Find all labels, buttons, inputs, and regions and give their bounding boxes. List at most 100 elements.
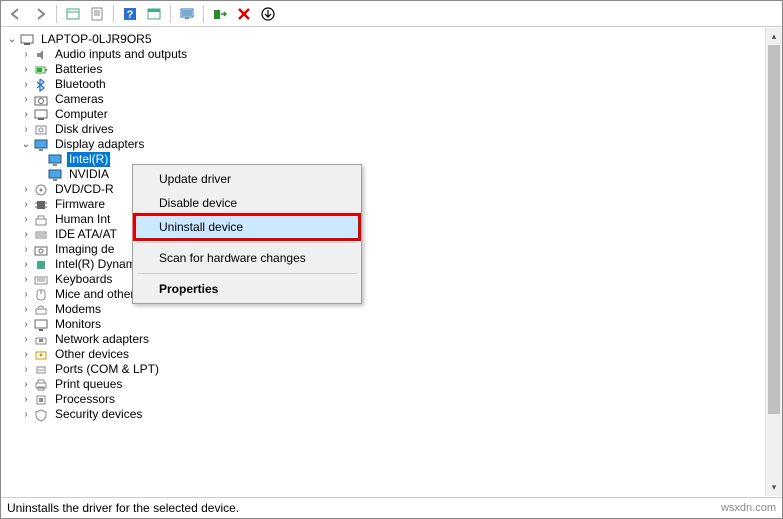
expander-open-icon[interactable]: ⌄ (5, 33, 19, 47)
scroll-down-icon[interactable]: ▾ (766, 479, 782, 496)
expander-closed-icon[interactable]: › (19, 198, 33, 212)
expander-closed-icon[interactable]: › (19, 63, 33, 77)
expander-closed-icon[interactable]: › (19, 108, 33, 122)
tree-item-modems[interactable]: ›Modems (5, 302, 782, 317)
expander-closed-icon[interactable]: › (19, 213, 33, 227)
tree-label: Disk drives (53, 122, 116, 137)
update-button[interactable] (257, 3, 279, 25)
expander-closed-icon[interactable]: › (19, 273, 33, 287)
expander-open-icon[interactable]: ⌄ (19, 138, 33, 152)
menu-scan-hardware[interactable]: Scan for hardware changes (135, 246, 359, 270)
audio-icon (33, 47, 49, 63)
computer-icon (33, 107, 49, 123)
expander-closed-icon[interactable]: › (19, 243, 33, 257)
tree-item-keyboards[interactable]: ›Keyboards (5, 272, 782, 287)
expander-closed-icon[interactable]: › (19, 123, 33, 137)
help-button[interactable]: ? (119, 3, 141, 25)
modem-icon (33, 302, 49, 318)
expander-closed-icon[interactable]: › (19, 408, 33, 422)
tree-label: Ports (COM & LPT) (53, 362, 161, 377)
dvd-icon (33, 182, 49, 198)
tree-item-disk[interactable]: › Disk drives (5, 122, 782, 137)
menu-properties[interactable]: Properties (135, 277, 359, 301)
tree-item-dptf[interactable]: ›Intel(R) Dynamic Platform and Thermal F… (5, 257, 782, 272)
tree-item-processors[interactable]: › Processors (5, 392, 782, 407)
menu-update-driver[interactable]: Update driver (135, 167, 359, 191)
scan-button[interactable] (176, 3, 198, 25)
expander-closed-icon[interactable]: › (19, 288, 33, 302)
tree-label: Print queues (53, 377, 124, 392)
expander-closed-icon[interactable]: › (19, 303, 33, 317)
show-hidden-button[interactable] (62, 3, 84, 25)
menu-uninstall-device[interactable]: Uninstall device (135, 215, 359, 239)
expander-closed-icon[interactable]: › (19, 393, 33, 407)
expander-closed-icon[interactable]: › (19, 78, 33, 92)
expander-closed-icon[interactable]: › (19, 318, 33, 332)
tree-item-ports[interactable]: › Ports (COM & LPT) (5, 362, 782, 377)
separator (56, 5, 57, 23)
separator (203, 5, 204, 23)
tree-item-ide[interactable]: ›IDE ATA/AT (5, 227, 782, 242)
tree-item-display[interactable]: ⌄ Display adapters (5, 137, 782, 152)
tree-item-other[interactable]: ›Other devices (5, 347, 782, 362)
tree-item-hid[interactable]: ›Human Int (5, 212, 782, 227)
tree-item-imaging[interactable]: ›Imaging de (5, 242, 782, 257)
separator (170, 5, 171, 23)
scroll-up-icon[interactable]: ▴ (766, 28, 782, 45)
device-tree[interactable]: ⌄ LAPTOP-0LJR9OR5 ›Audio inputs and outp… (1, 28, 782, 426)
hid-icon (33, 212, 49, 228)
tree-item-firmware[interactable]: ›Firmware (5, 197, 782, 212)
tree-item-nvidia-gpu[interactable]: NVIDIA (5, 167, 782, 182)
tree-label: Processors (53, 392, 117, 407)
expander-closed-icon[interactable]: › (19, 48, 33, 62)
tree-item-batteries[interactable]: ›Batteries (5, 62, 782, 77)
tree-label: DVD/CD-R (53, 182, 116, 197)
expander-closed-icon[interactable]: › (19, 228, 33, 242)
network-icon (33, 332, 49, 348)
svg-text:?: ? (127, 9, 134, 21)
help-icon: ? (123, 7, 137, 21)
device-tree-container: ⌄ LAPTOP-0LJR9OR5 ›Audio inputs and outp… (1, 28, 782, 496)
scroll-track[interactable] (766, 45, 782, 479)
tree-item-audio[interactable]: ›Audio inputs and outputs (5, 47, 782, 62)
tree-root[interactable]: ⌄ LAPTOP-0LJR9OR5 (5, 32, 782, 47)
mouse-icon (33, 287, 49, 303)
expander-closed-icon[interactable]: › (19, 333, 33, 347)
tree-label: Security devices (53, 407, 144, 422)
tree-item-cameras[interactable]: ›Cameras (5, 92, 782, 107)
tree-label: LAPTOP-0LJR9OR5 (39, 32, 154, 47)
back-button[interactable] (5, 3, 27, 25)
battery-icon (33, 62, 49, 78)
properties-button[interactable] (86, 3, 108, 25)
page-icon (90, 7, 104, 21)
tree-item-security[interactable]: › Security devices (5, 407, 782, 422)
tree-item-mice[interactable]: ›Mice and other pointing devices (5, 287, 782, 302)
forward-button[interactable] (29, 3, 51, 25)
tree-item-printq[interactable]: › Print queues (5, 377, 782, 392)
tree-item-computer[interactable]: › Computer (5, 107, 782, 122)
separator (113, 5, 114, 23)
tree-item-bluetooth[interactable]: ›Bluetooth (5, 77, 782, 92)
disable-button[interactable] (233, 3, 255, 25)
tree-label: Display adapters (53, 137, 146, 152)
tree-label: Monitors (53, 317, 103, 332)
scroll-thumb[interactable] (768, 45, 780, 414)
expander-closed-icon[interactable]: › (19, 378, 33, 392)
tree-item-intel-gpu[interactable]: Intel(R) (5, 152, 782, 167)
context-menu: Update driver Disable device Uninstall d… (132, 164, 362, 304)
expander-closed-icon[interactable]: › (19, 363, 33, 377)
view-button[interactable] (143, 3, 165, 25)
tree-item-network[interactable]: ›Network adapters (5, 332, 782, 347)
tree-label: Computer (53, 107, 110, 122)
tree-label: Intel(R) (67, 152, 110, 167)
expander-closed-icon[interactable]: › (19, 258, 33, 272)
expander-closed-icon[interactable]: › (19, 183, 33, 197)
menu-disable-device[interactable]: Disable device (135, 191, 359, 215)
tree-item-dvd[interactable]: › DVD/CD-R (5, 182, 782, 197)
expander-closed-icon[interactable]: › (19, 348, 33, 362)
expander-closed-icon[interactable]: › (19, 93, 33, 107)
enable-button[interactable] (209, 3, 231, 25)
tree-item-monitors[interactable]: › Monitors (5, 317, 782, 332)
status-text: Uninstalls the driver for the selected d… (7, 501, 239, 515)
vertical-scrollbar[interactable]: ▴ ▾ (765, 28, 782, 496)
